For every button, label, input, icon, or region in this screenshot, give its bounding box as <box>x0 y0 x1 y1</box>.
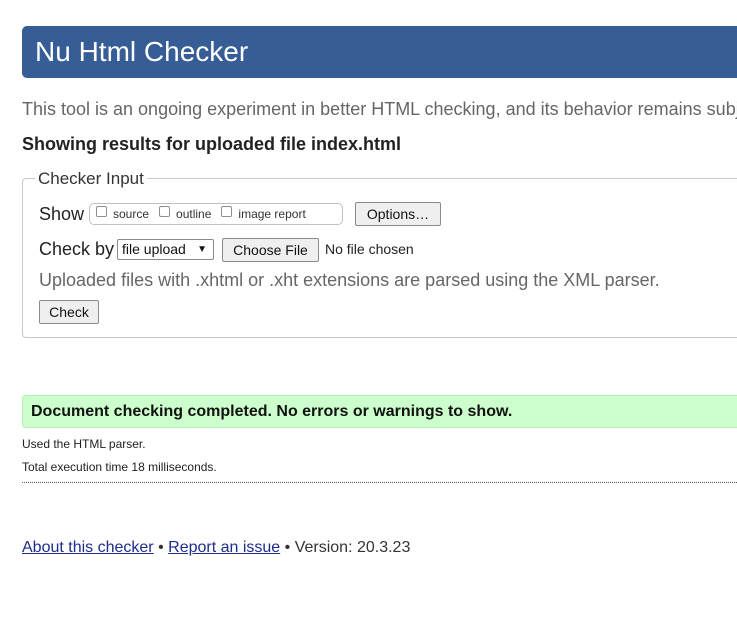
source-checkbox[interactable] <box>96 206 107 217</box>
footer-separator: • <box>158 539 164 556</box>
outline-checkbox[interactable] <box>159 206 171 217</box>
xml-parser-note: Uploaded files with .xhtml or .xht exten… <box>39 270 660 290</box>
page: Nu Html Checker This tool is an ongoing … <box>0 0 737 628</box>
checker-input-fieldset: Checker Input Show source outline image … <box>22 168 737 338</box>
page-header: Nu Html Checker <box>22 26 737 78</box>
about-checker-link[interactable]: About this checker <box>22 539 154 556</box>
intro-text: This tool is an ongoing experiment in be… <box>22 99 737 119</box>
check-by-label: Check by <box>39 239 115 259</box>
results-heading: Showing results for uploaded file index.… <box>22 134 402 154</box>
page-title: Nu Html Checker <box>35 36 249 67</box>
results-divider <box>22 482 737 483</box>
check-button[interactable]: Check <box>39 300 99 324</box>
show-outline-option[interactable]: outline <box>159 206 212 221</box>
show-source-option[interactable]: source <box>96 206 150 221</box>
choose-file-button[interactable]: Choose File <box>222 238 319 262</box>
parser-note: Used the HTML parser. <box>22 437 146 451</box>
footer: About this checker • Report an issue • V… <box>22 537 410 559</box>
outline-checkbox-label: outline <box>176 207 212 221</box>
execution-time-note: Total execution time 18 milliseconds. <box>22 460 217 474</box>
dropdown-arrow-icon: ▼ <box>197 244 207 255</box>
check-by-selected-value: file upload <box>122 241 186 257</box>
show-label: Show <box>39 204 85 224</box>
check-by-select[interactable]: file upload ▼ <box>117 239 214 260</box>
show-image-report-option[interactable]: image report <box>221 206 306 221</box>
options-button[interactable]: Options… <box>355 202 441 226</box>
checker-input-legend: Checker Input <box>35 168 147 190</box>
source-checkbox-label: source <box>113 207 150 221</box>
version-text: • Version: 20.3.23 <box>284 539 411 556</box>
show-options-group: source outline image report <box>89 203 343 225</box>
image-report-checkbox[interactable] <box>221 206 233 217</box>
image-report-checkbox-label: image report <box>238 207 306 221</box>
no-file-chosen-text: No file chosen <box>325 241 414 257</box>
report-issue-link[interactable]: Report an issue <box>168 539 280 556</box>
success-message: Document checking completed. No errors o… <box>22 395 737 428</box>
